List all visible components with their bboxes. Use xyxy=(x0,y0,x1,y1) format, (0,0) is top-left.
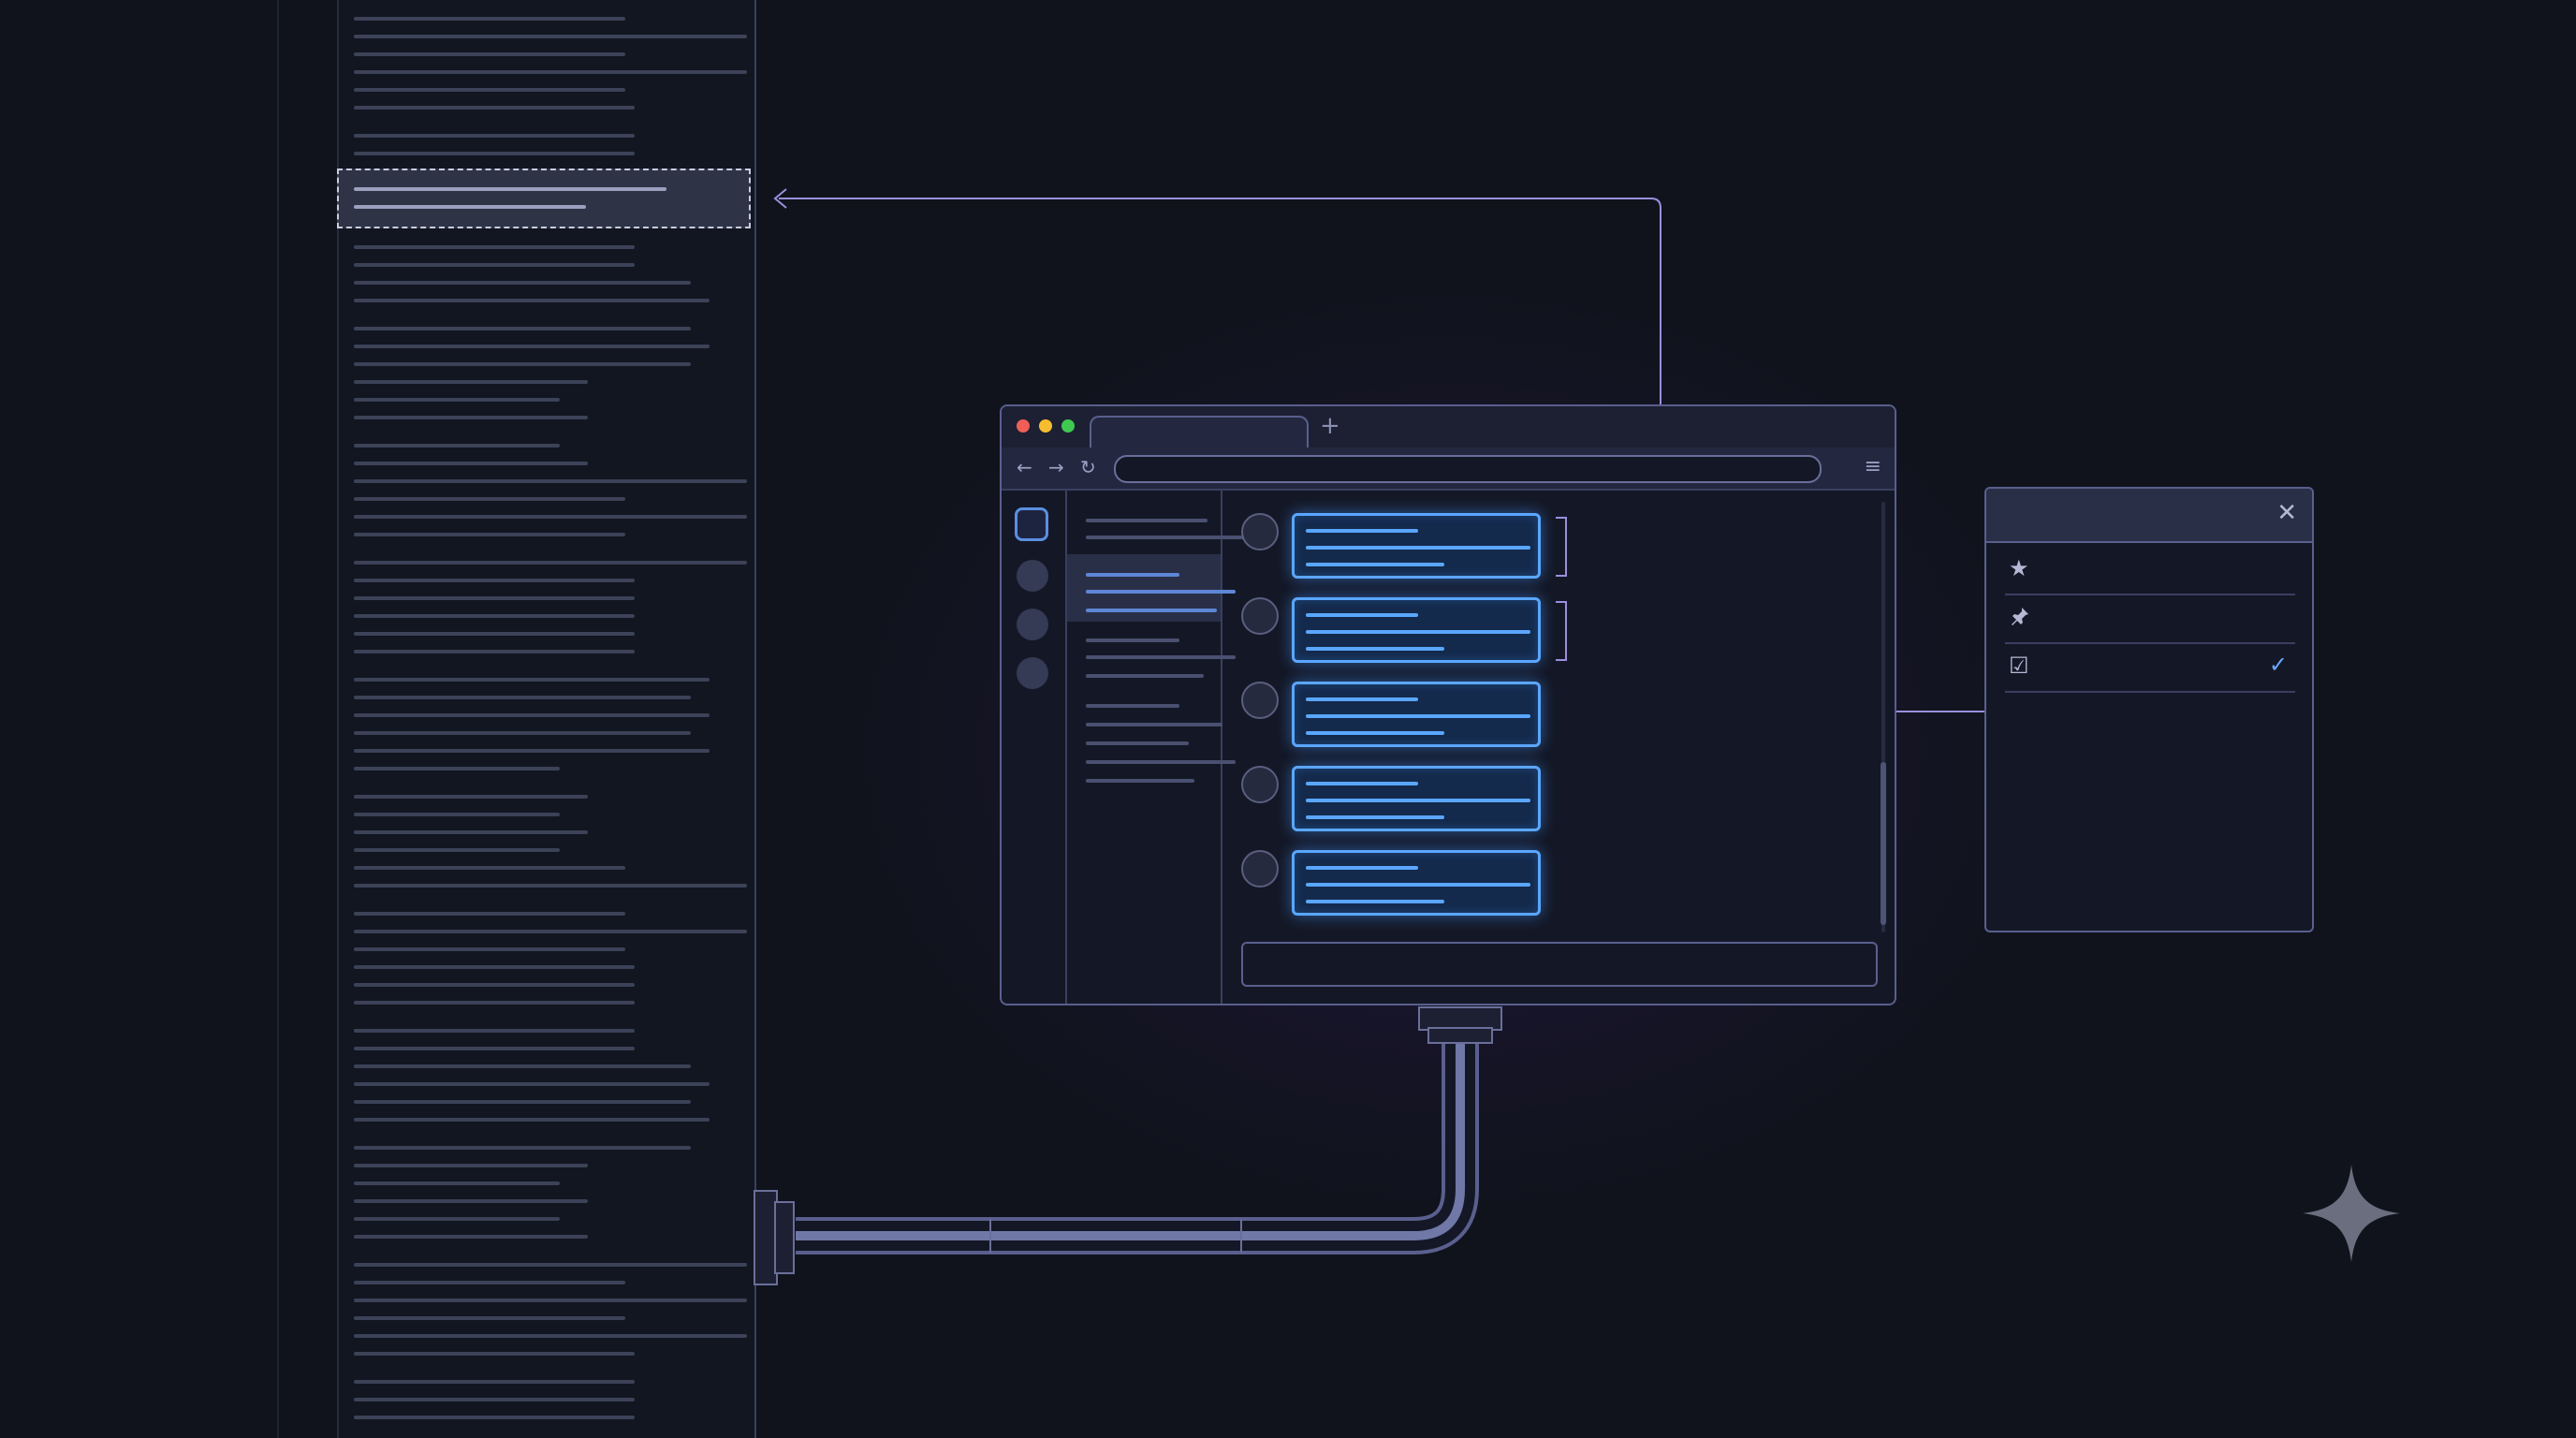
message-line xyxy=(1306,815,1444,819)
list-item-line xyxy=(1086,573,1179,577)
panel-row-pin[interactable] xyxy=(2005,594,2295,644)
list-item-line xyxy=(1086,655,1236,659)
message-line xyxy=(1306,799,1530,802)
message-line xyxy=(1306,900,1444,903)
app-button[interactable] xyxy=(1017,560,1048,592)
browser-nav-bar: ← → ↻ ≡ xyxy=(1002,448,1895,491)
panel-header: ✕ xyxy=(1986,489,2312,543)
compose-input[interactable] xyxy=(1241,942,1878,987)
active-app-button[interactable] xyxy=(1015,507,1048,541)
message-bubble[interactable] xyxy=(1292,850,1541,916)
minimize-window-dot[interactable] xyxy=(1039,419,1052,433)
list-item-line xyxy=(1086,741,1189,745)
diagram-canvas: + ← → ↻ ≡ ✕ ★ ☑ ✓ xyxy=(0,0,2576,1438)
message-line xyxy=(1306,866,1418,870)
message-line xyxy=(1306,731,1444,735)
checkbox-icon[interactable]: ☑ xyxy=(2009,653,2029,678)
list-item-line xyxy=(1086,674,1204,678)
pin-icon xyxy=(2009,605,2031,632)
message-line xyxy=(1306,546,1530,550)
avatar[interactable] xyxy=(1241,682,1279,719)
conversation-list-pane xyxy=(1067,491,1245,1004)
message-line xyxy=(1306,697,1418,701)
avatar[interactable] xyxy=(1241,597,1279,635)
avatar[interactable] xyxy=(1241,513,1279,550)
list-item-line xyxy=(1086,704,1179,708)
message-bubble[interactable] xyxy=(1292,682,1541,747)
message-bubble[interactable] xyxy=(1292,597,1541,663)
message-line xyxy=(1306,883,1530,887)
list-item-line xyxy=(1086,723,1222,726)
action-panel: ✕ ★ ☑ ✓ xyxy=(1984,487,2314,932)
message-line xyxy=(1306,647,1444,651)
message-bubble[interactable] xyxy=(1292,766,1541,831)
list-item-line xyxy=(1086,536,1245,539)
list-item-line xyxy=(1086,638,1179,642)
reload-icon[interactable]: ↻ xyxy=(1080,453,1096,481)
scrollbar-thumb[interactable] xyxy=(1881,762,1886,925)
sparkle-icon xyxy=(2303,1165,2400,1262)
panel-row-star[interactable]: ★ xyxy=(2005,545,2295,595)
forward-arrow-icon[interactable]: → xyxy=(1048,453,1064,481)
message-bubble[interactable] xyxy=(1292,513,1541,579)
message-line xyxy=(1306,782,1418,785)
menu-icon[interactable]: ≡ xyxy=(1865,453,1881,481)
avatar[interactable] xyxy=(1241,766,1279,803)
list-item-line xyxy=(1086,760,1236,764)
browser-window: + ← → ↻ ≡ xyxy=(1000,404,1896,1005)
list-item-line xyxy=(1086,609,1217,612)
list-item-line xyxy=(1086,590,1236,594)
browser-tab-bar: + xyxy=(1002,406,1895,451)
list-item-line xyxy=(1086,779,1194,783)
close-icon[interactable]: ✕ xyxy=(2276,498,2297,528)
message-line xyxy=(1306,529,1418,533)
back-arrow-icon[interactable]: ← xyxy=(1017,453,1032,481)
address-bar[interactable] xyxy=(1114,455,1822,483)
check-icon: ✓ xyxy=(2268,652,2288,678)
app-icon-rail xyxy=(1002,491,1067,1004)
message-bracket xyxy=(1556,517,1567,577)
list-item-line xyxy=(1086,519,1208,522)
data-pipe xyxy=(754,1006,1502,1285)
message-line xyxy=(1306,714,1530,718)
app-button[interactable] xyxy=(1017,609,1048,640)
close-window-dot[interactable] xyxy=(1017,419,1030,433)
new-tab-button[interactable]: + xyxy=(1320,412,1340,440)
avatar[interactable] xyxy=(1241,850,1279,888)
message-line xyxy=(1306,563,1444,566)
message-line xyxy=(1306,613,1418,617)
maximize-window-dot[interactable] xyxy=(1061,419,1075,433)
star-icon: ★ xyxy=(2009,555,2029,581)
message-line xyxy=(1306,630,1530,634)
panel-row-check[interactable]: ☑ ✓ xyxy=(2005,642,2295,693)
app-button[interactable] xyxy=(1017,657,1048,689)
browser-tab[interactable] xyxy=(1090,416,1309,451)
message-bracket xyxy=(1556,601,1567,661)
